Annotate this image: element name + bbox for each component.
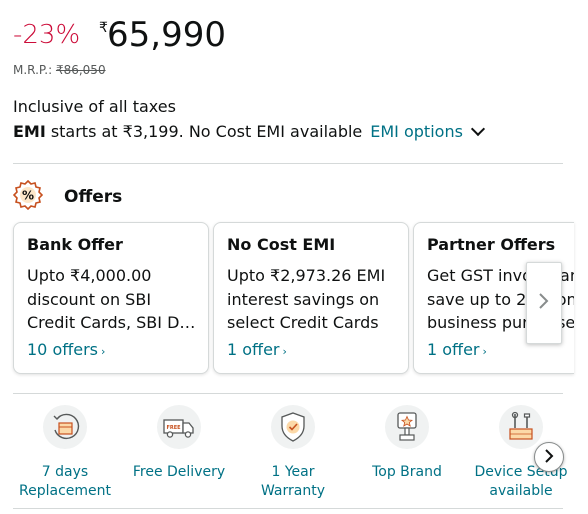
shield-check-icon [271,405,315,449]
features-next-button[interactable] [534,442,564,472]
offer-card-bank[interactable]: Bank Offer Upto ₹4,000.00 discount on SB… [13,222,209,374]
svg-text:%: % [22,189,34,203]
offer-card-title: Bank Offer [27,235,123,254]
offers-header: % Offers [12,179,123,214]
divider [13,393,563,394]
feature-replacement[interactable]: 7 days Replacement [10,405,120,501]
feature-top-brand[interactable]: Top Brand [352,405,462,482]
emi-options-link[interactable]: EMI options [370,122,463,141]
percent-badge-icon: % [12,179,44,214]
offer-card-title: Partner Offers [427,235,556,254]
offer-card-no-cost-emi[interactable]: No Cost EMI Upto ₹2,973.26 EMI interest … [213,222,409,374]
feature-label: Free Delivery [132,464,226,480]
divider [13,163,563,164]
offer-card-link[interactable]: 10 offers › [27,340,105,359]
mrp-label: M.R.P.: [13,63,53,77]
chevron-right-icon [544,448,554,467]
delivery-truck-icon: FREE [157,405,201,449]
feature-label: Top Brand [372,464,442,480]
tools-icon [499,405,543,449]
offer-card-title: No Cost EMI [227,235,336,254]
offers-next-button[interactable] [526,262,562,344]
offer-card-description: Upto ₹4,000.00 discount on SBI Credit Ca… [27,266,196,332]
feature-free-delivery[interactable]: FREE Free Delivery [124,405,234,482]
chevron-right-icon [538,292,550,314]
feature-label: 7 days Replacement [19,464,111,499]
divider [13,508,563,509]
emi-line: EMI starts at ₹3,199. No Cost EMI availa… [13,121,485,141]
chevron-down-icon[interactable] [470,121,485,136]
mrp: M.R.P.: ₹86,050 [13,63,106,77]
emi-label: EMI [13,122,46,141]
discount-percent: -23% [13,20,81,50]
offer-card-link[interactable]: 1 offer › [227,340,287,359]
offer-card-link[interactable]: 1 offer › [427,340,487,359]
offers-title: Offers [64,187,123,207]
trophy-icon [385,405,429,449]
feature-label: 1 Year Warranty [260,464,326,499]
feature-warranty[interactable]: 1 Year Warranty [238,405,348,501]
price-amount: 65,990 [107,15,226,55]
emi-text: starts at ₹3,199. No Cost EMI available [50,122,363,141]
offer-card-description: Upto ₹2,973.26 EMI interest savings on s… [227,266,386,332]
taxes-note: Inclusive of all taxes [13,97,176,116]
mrp-value: ₹86,050 [55,63,106,77]
svg-text:FREE: FREE [166,425,181,431]
box-replacement-icon [43,405,87,449]
